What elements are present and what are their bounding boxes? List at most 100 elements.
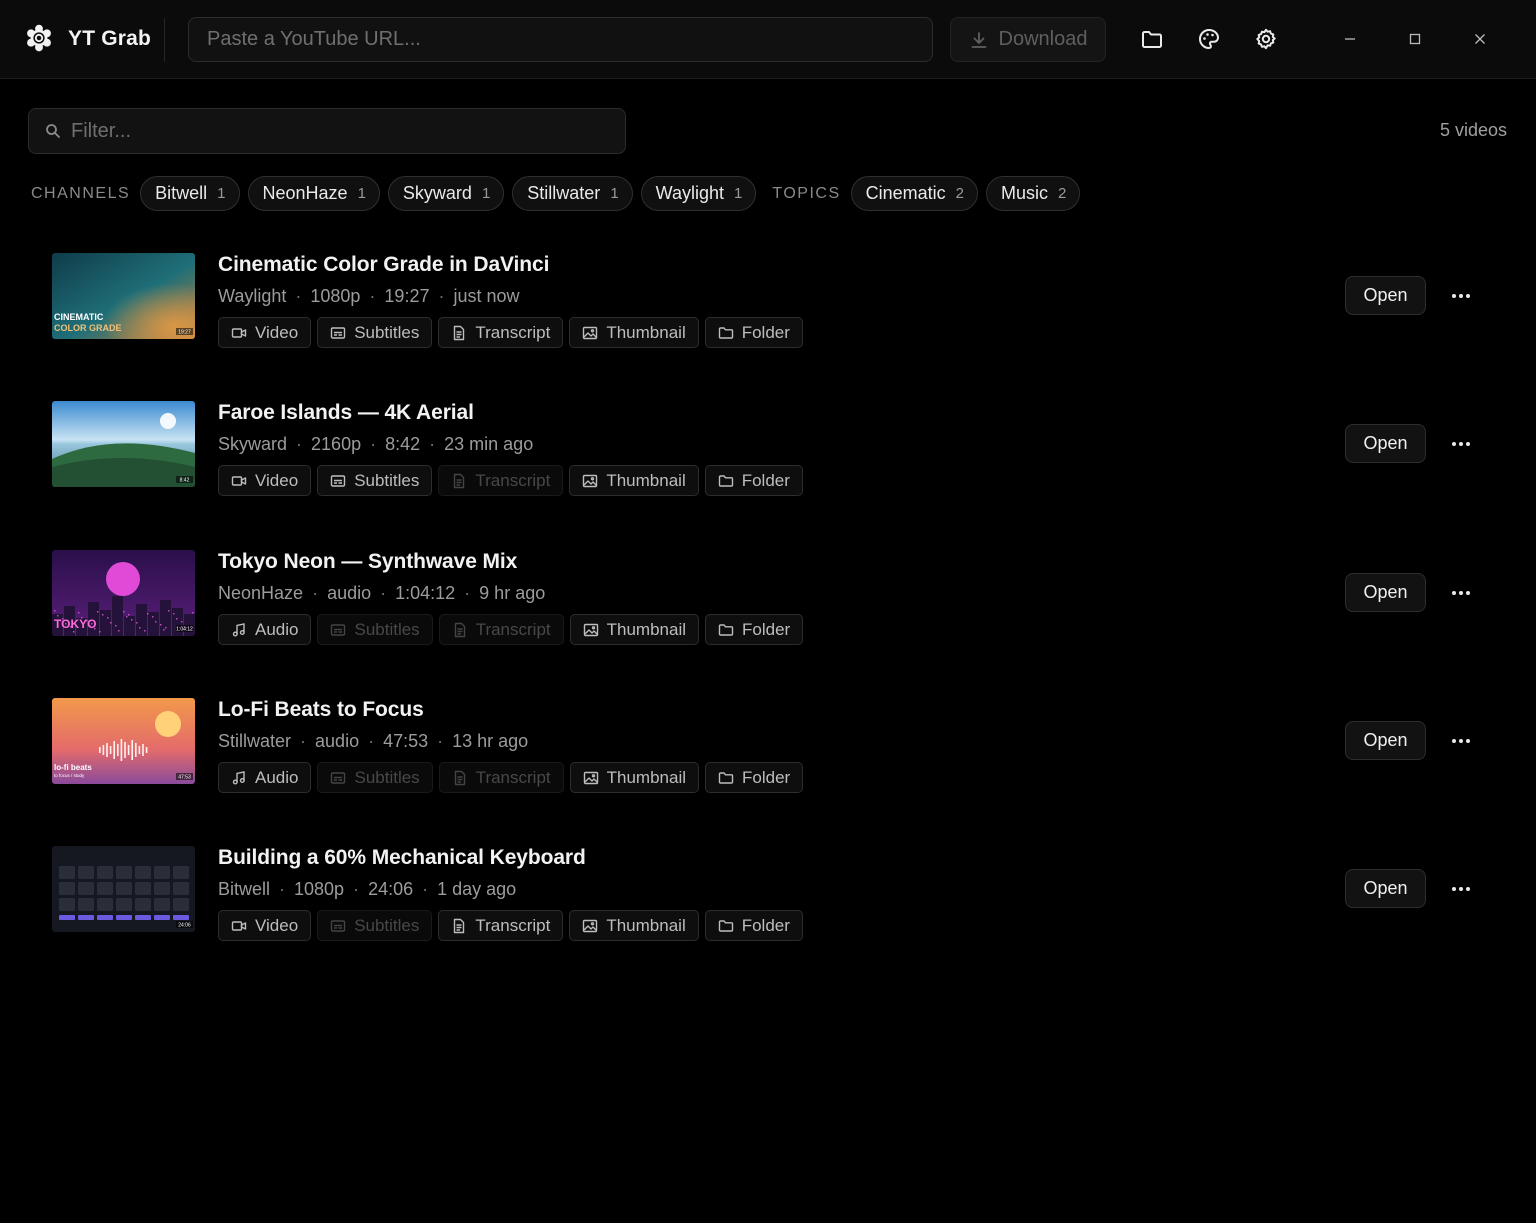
open-button[interactable]: Open	[1345, 869, 1426, 908]
chip-channels-3[interactable]: Stillwater 1	[512, 176, 633, 211]
subtitles-icon	[330, 474, 346, 487]
video-duration: 19:27	[384, 286, 430, 306]
subtitles-button[interactable]: Subtitles	[317, 465, 433, 496]
theme-button[interactable]	[1196, 26, 1222, 52]
app-title: YT Grab	[68, 27, 152, 50]
settings-button[interactable]	[1253, 26, 1279, 52]
folder-button[interactable]: Folder	[705, 762, 804, 793]
thumbnail-button[interactable]: Thumbnail	[569, 317, 699, 348]
chip-channels-1[interactable]: NeonHaze 1	[247, 176, 380, 211]
music-note-icon	[232, 770, 245, 784]
chip-topics-1[interactable]: Music 2	[986, 176, 1081, 211]
more-options-button[interactable]	[1446, 429, 1476, 459]
thumbnail-art: lo-fi beats to focus / study 47:53	[52, 698, 195, 784]
media-button[interactable]: Video	[218, 317, 312, 348]
media-button[interactable]: Video	[218, 465, 312, 496]
chip-count: 1	[217, 185, 226, 202]
video-title: Cinematic Color Grade in DaVinci	[218, 253, 550, 276]
video-actions: Video Subtitles Transcript Thumbnail Fol…	[218, 910, 803, 941]
video-added: 23 min ago	[444, 434, 534, 454]
chip-channels-0[interactable]: Bitwell 1	[140, 176, 240, 211]
thumbnail-art: 8:42	[52, 401, 195, 487]
minimize-icon	[1345, 38, 1355, 40]
thumbnail-button[interactable]: Thumbnail	[569, 910, 699, 941]
folder-button[interactable]: Folder	[705, 614, 804, 645]
subtitles-button: Subtitles	[317, 910, 433, 941]
video-actions: Video Subtitles Transcript Thumbnail Fol…	[218, 317, 803, 348]
more-options-button[interactable]	[1446, 874, 1476, 904]
video-thumbnail[interactable]: TOKYO 1:04:12	[52, 550, 195, 636]
transcript-button[interactable]: Transcript	[438, 317, 564, 348]
download-label: Download	[998, 28, 1088, 50]
minimize-button[interactable]	[1335, 24, 1365, 54]
video-added: 13 hr ago	[452, 731, 529, 751]
more-horizontal-icon	[1452, 294, 1470, 298]
filter-input[interactable]	[71, 109, 611, 153]
subtitles-button[interactable]: Subtitles	[317, 317, 433, 348]
chip-label: Skyward	[402, 183, 472, 203]
transcript-button: Transcript	[438, 762, 564, 793]
video-thumbnail[interactable]: lo-fi beats to focus / study 47:53	[52, 698, 195, 784]
video-title: Faroe Islands — 4K Aerial	[218, 401, 474, 424]
filter-chips: CHANNELS Bitwell 1 NeonHaze 1 Skyward 1 …	[31, 176, 1081, 211]
media-label: Audio	[255, 767, 299, 787]
folder-button[interactable]: Folder	[704, 465, 803, 496]
video-thumbnail[interactable]: 8:42	[52, 401, 195, 487]
thumbnail-button[interactable]: Thumbnail	[569, 465, 699, 496]
thumbnail-label: Thumbnail	[606, 767, 687, 787]
transcript-label: Transcript	[475, 470, 551, 490]
document-icon	[454, 622, 465, 637]
maximize-icon	[1409, 33, 1421, 45]
more-options-button[interactable]	[1446, 281, 1476, 311]
thumbnail-button[interactable]: Thumbnail	[569, 614, 700, 645]
video-duration: 24:06	[368, 879, 414, 899]
video-actions: Audio Subtitles Transcript Thumbnail Fol…	[218, 762, 804, 793]
more-options-button[interactable]	[1446, 726, 1476, 756]
thumb-caption: CINEMATIC	[54, 312, 104, 322]
open-folder-button[interactable]	[1139, 26, 1165, 52]
maximize-button[interactable]	[1400, 24, 1430, 54]
chip-topics-0[interactable]: Cinematic 2	[850, 176, 979, 211]
folder-label: Folder	[742, 767, 791, 787]
media-button[interactable]: Audio	[218, 762, 312, 793]
video-meta: Stillwater · audio · 47:53 · 13 hr ago	[218, 731, 529, 751]
subtitles-icon	[331, 771, 346, 784]
thumbnail-label: Thumbnail	[606, 619, 687, 639]
folder-button[interactable]: Folder	[704, 317, 803, 348]
thumb-caption: lo-fi beats	[54, 763, 92, 772]
video-row: TOKYO 1:04:12 Tokyo Neon — Synthwave Mix…	[0, 550, 1536, 680]
close-window-button[interactable]	[1465, 24, 1495, 54]
media-label: Video	[255, 915, 299, 935]
subtitles-button: Subtitles	[317, 614, 433, 645]
video-thumbnail[interactable]: CINEMATIC COLOR GRADE 19:27	[52, 253, 195, 339]
video-thumbnail[interactable]: 24:06	[52, 846, 195, 932]
open-button[interactable]: Open	[1345, 721, 1426, 760]
open-button[interactable]: Open	[1345, 573, 1426, 612]
folder-button[interactable]: Folder	[704, 910, 803, 941]
thumb-caption: TOKYO	[54, 617, 96, 631]
transcript-button: Transcript	[438, 465, 564, 496]
thumbnail-label: Thumbnail	[606, 915, 686, 935]
chip-channels-4[interactable]: Waylight 1	[640, 176, 757, 211]
image-icon	[583, 919, 598, 932]
video-channel: Skyward	[218, 434, 288, 454]
close-icon	[1475, 34, 1485, 44]
chip-count: 1	[610, 185, 619, 202]
media-button[interactable]: Audio	[218, 614, 312, 645]
title-bar: YT Grab Download	[0, 0, 1536, 79]
video-duration: 1:04:12	[395, 583, 456, 603]
video-quality: 1080p	[310, 286, 361, 306]
download-button[interactable]: Download	[950, 17, 1106, 62]
transcript-button[interactable]: Transcript	[438, 910, 564, 941]
more-options-button[interactable]	[1446, 578, 1476, 608]
chip-channels-2[interactable]: Skyward 1	[387, 176, 505, 211]
folder-label: Folder	[742, 619, 791, 639]
open-button[interactable]: Open	[1345, 424, 1426, 463]
thumbnail-button[interactable]: Thumbnail	[569, 762, 700, 793]
video-channel: Waylight	[218, 286, 287, 306]
open-button[interactable]: Open	[1345, 276, 1426, 315]
video-count: 5 videos	[1439, 120, 1507, 140]
media-button[interactable]: Video	[218, 910, 312, 941]
url-input[interactable]	[188, 17, 933, 62]
document-icon	[454, 918, 465, 933]
